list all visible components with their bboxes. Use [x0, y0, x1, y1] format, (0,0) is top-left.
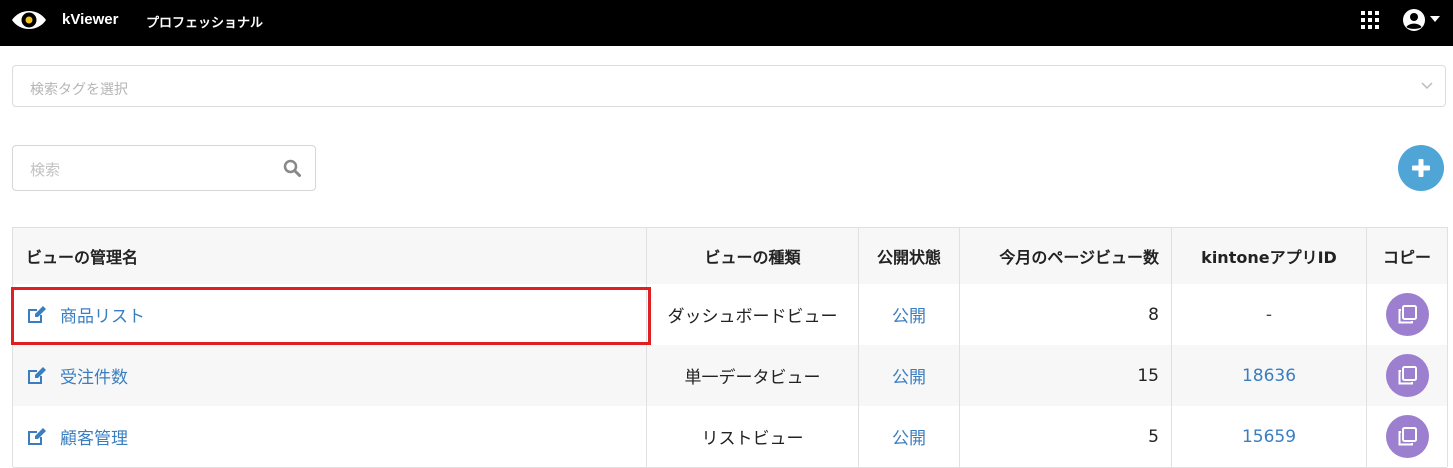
add-view-button[interactable]: [1398, 145, 1444, 191]
plus-icon: [1412, 159, 1430, 177]
user-account-icon[interactable]: [1402, 8, 1426, 32]
top-navigation-bar: kViewer プロフェッショナル: [0, 0, 1453, 46]
view-type-cell: 単一データビュー: [647, 345, 859, 406]
apps-grid-icon[interactable]: [1361, 11, 1379, 29]
status-cell: 公開: [859, 284, 960, 345]
copy-cell: [1367, 406, 1447, 467]
copy-button[interactable]: [1385, 415, 1429, 458]
table-header-row: ビューの管理名 ビューの種類 公開状態 今月のページビュー数 kintoneアプ…: [13, 228, 1447, 285]
app-id-value: -: [1265, 304, 1273, 325]
column-header-name[interactable]: ビューの管理名: [13, 228, 647, 284]
search-placeholder: 検索: [30, 161, 61, 179]
column-header-page-views[interactable]: 今月のページビュー数: [960, 228, 1172, 284]
table-row: 受注件数 単一データビュー 公開 15 18636: [13, 345, 1447, 407]
view-name-link[interactable]: 顧客管理: [26, 424, 128, 449]
views-table: ビューの管理名 ビューの種類 公開状態 今月のページビュー数 kintoneアプ…: [12, 227, 1448, 468]
view-name-link[interactable]: 商品リスト: [26, 302, 145, 327]
status-cell: 公開: [859, 406, 960, 467]
view-name-text[interactable]: 商品リスト: [60, 302, 145, 327]
copy-icon: [1398, 427, 1417, 446]
view-name-link[interactable]: 受注件数: [26, 363, 128, 388]
copy-icon: [1398, 305, 1417, 324]
edit-icon: [28, 366, 46, 384]
view-name-cell: 商品リスト: [13, 284, 647, 345]
view-name-cell: 受注件数: [13, 345, 647, 406]
edit-icon: [28, 305, 46, 323]
table-row: 顧客管理 リストビュー 公開 5 15659: [13, 406, 1447, 468]
status-link[interactable]: 公開: [892, 363, 926, 388]
status-cell: 公開: [859, 345, 960, 406]
column-header-type[interactable]: ビューの種類: [647, 228, 859, 284]
status-link[interactable]: 公開: [892, 302, 926, 327]
page-views-cell: 5: [960, 406, 1172, 467]
view-type-cell: リストビュー: [647, 406, 859, 467]
brand-name[interactable]: kViewer: [62, 11, 118, 28]
page-views-cell: 8: [960, 284, 1172, 345]
app-id-cell: 18636: [1172, 345, 1367, 406]
copy-icon: [1398, 366, 1417, 385]
search-tag-select[interactable]: 検索タグを選択: [12, 65, 1446, 107]
column-header-status[interactable]: 公開状態: [859, 228, 960, 284]
view-name-cell: 顧客管理: [13, 406, 647, 467]
copy-cell: [1367, 284, 1447, 345]
view-type-cell: ダッシュボードビュー: [647, 284, 859, 345]
plan-label: プロフェッショナル: [146, 16, 264, 31]
search-icon[interactable]: [283, 159, 301, 177]
column-header-copy: コピー: [1382, 248, 1431, 267]
copy-cell: [1367, 345, 1447, 406]
app-id-link[interactable]: 18636: [1242, 366, 1296, 386]
app-id-link[interactable]: 15659: [1242, 427, 1296, 447]
chevron-down-icon: [1421, 82, 1433, 90]
page-views-cell: 15: [960, 345, 1172, 406]
view-name-text[interactable]: 顧客管理: [60, 424, 128, 449]
column-header-app-id[interactable]: kintoneアプリID: [1172, 228, 1367, 284]
caret-down-icon[interactable]: [1430, 16, 1440, 22]
edit-icon: [28, 427, 46, 445]
search-input[interactable]: 検索: [12, 145, 316, 191]
status-link[interactable]: 公開: [892, 424, 926, 449]
view-name-text[interactable]: 受注件数: [60, 363, 128, 388]
app-id-cell: 15659: [1172, 406, 1367, 467]
app-id-cell: -: [1172, 284, 1367, 345]
table-row: 商品リスト ダッシュボードビュー 公開 8 -: [13, 284, 1447, 346]
tag-select-placeholder: 検索タグを選択: [30, 82, 128, 98]
copy-button[interactable]: [1385, 293, 1429, 336]
eye-logo-icon[interactable]: [10, 7, 48, 33]
copy-button[interactable]: [1385, 354, 1429, 397]
